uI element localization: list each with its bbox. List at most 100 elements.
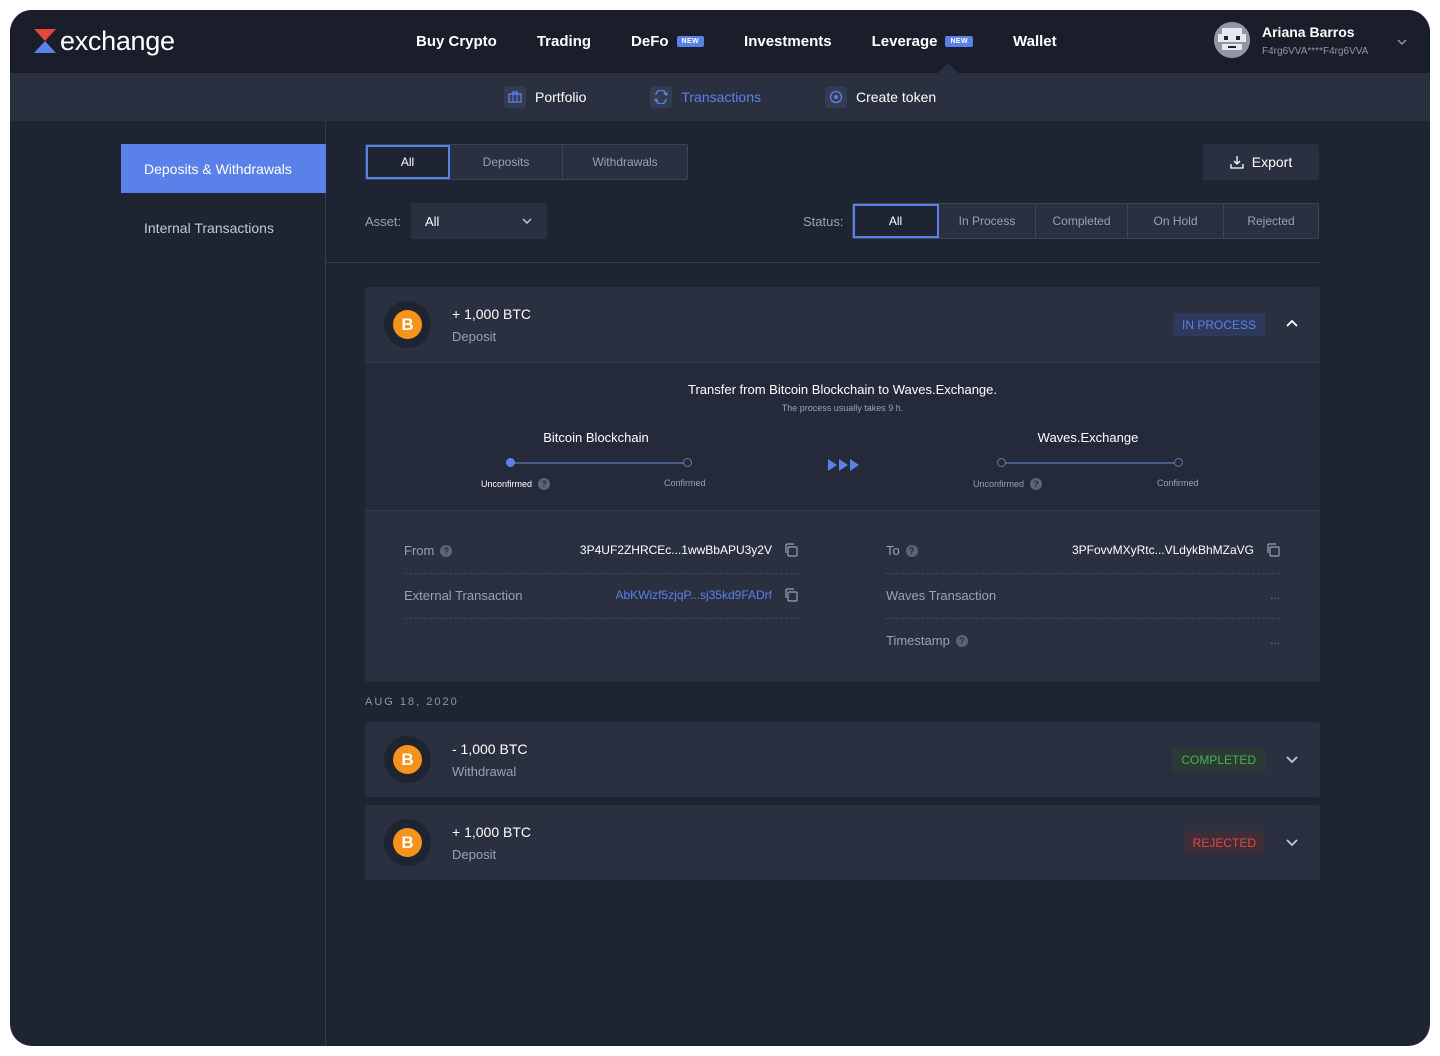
logo-icon — [34, 29, 56, 53]
avatar — [1214, 22, 1250, 58]
main-nav: Buy Crypto Trading DeFo NEW Investments L… — [416, 10, 1057, 73]
source-step-2-dot — [683, 458, 692, 467]
status-badge: REJECTED — [1183, 831, 1265, 854]
sidebar: Deposits & Withdrawals Internal Transact… — [10, 121, 326, 1046]
transaction-card: B + 1,000 BTC Deposit IN PROCESS Transfe… — [365, 287, 1320, 682]
external-transaction-link[interactable]: AbKWizf5zjqP...sj35kd9FADrf — [615, 588, 798, 602]
subnav-label: Portfolio — [535, 89, 587, 105]
detail-label: Waves Transaction — [886, 588, 997, 603]
divider — [326, 262, 1320, 263]
nav-label: Buy Crypto — [416, 33, 497, 50]
subnav-label: Transactions — [681, 89, 761, 105]
transaction-card[interactable]: B + 1,000 BTC Deposit REJECTED — [365, 805, 1320, 880]
sub-navbar: Portfolio Transactions Create token — [10, 73, 1430, 121]
asset-select[interactable]: All — [411, 203, 547, 239]
tab-all[interactable]: All — [366, 145, 450, 179]
chevron-up-icon[interactable] — [1284, 316, 1300, 332]
target-chain-name: Waves.Exchange — [1037, 430, 1139, 445]
help-icon[interactable]: ? — [440, 544, 453, 557]
transfer-progress: Transfer from Bitcoin Blockchain to Wave… — [365, 362, 1320, 511]
export-button[interactable]: Export — [1203, 144, 1319, 180]
top-navbar: exchange Buy Crypto Trading DeFo NEW Inve… — [10, 10, 1430, 73]
transaction-amount: + 1,000 BTC — [452, 306, 531, 322]
nav-label: Investments — [744, 33, 832, 50]
source-step-1-dot — [506, 458, 515, 467]
detail-row-external: External Transaction AbKWizf5zjqP...sj35… — [404, 574, 798, 619]
source-step-1-label: Unconfirmed? — [481, 478, 551, 490]
transfer-arrows-icon — [828, 458, 860, 472]
transfer-icon — [650, 86, 673, 108]
type-tabs: All Deposits Withdrawals — [365, 144, 688, 180]
tab-withdrawals[interactable]: Withdrawals — [563, 145, 687, 179]
tab-deposits[interactable]: Deposits — [450, 145, 563, 179]
asset-value: All — [425, 213, 440, 229]
chevron-down-icon[interactable] — [1284, 751, 1300, 767]
from-address-text: 3P4UF2ZHRCEc...1wwBbAPU3y2V — [579, 543, 772, 557]
copy-icon[interactable] — [784, 543, 798, 557]
nav-wallet[interactable]: Wallet — [1013, 10, 1057, 73]
subnav-create-token[interactable]: Create token — [824, 86, 936, 108]
step-label-text: Unconfirmed — [973, 479, 1025, 489]
transaction-amount: - 1,000 BTC — [452, 741, 528, 757]
status-on-hold[interactable]: On Hold — [1128, 204, 1224, 238]
user-menu[interactable]: Ariana Barros F4rg6VVA****F4rg6VVA — [1214, 22, 1368, 58]
logo[interactable]: exchange — [34, 24, 175, 58]
transaction-card[interactable]: B - 1,000 BTC Withdrawal COMPLETED — [365, 722, 1320, 797]
nav-label: DeFo — [631, 33, 669, 50]
briefcase-icon — [504, 86, 526, 108]
transaction-header[interactable]: B + 1,000 BTC Deposit REJECTED — [365, 805, 1320, 880]
bitcoin-icon: B — [393, 828, 422, 857]
step-label-text: Unconfirmed — [481, 479, 533, 489]
subnav-portfolio[interactable]: Portfolio — [504, 86, 586, 108]
copy-icon[interactable] — [1266, 543, 1280, 557]
avatar-pattern-icon — [1214, 22, 1250, 58]
chevron-down-icon[interactable] — [1394, 34, 1410, 50]
help-icon[interactable]: ? — [905, 544, 918, 557]
active-nav-pointer — [938, 63, 958, 73]
nav-defo[interactable]: DeFo NEW — [631, 10, 705, 73]
status-completed[interactable]: Completed — [1036, 204, 1128, 238]
subnav-transactions[interactable]: Transactions — [650, 86, 761, 108]
transaction-type: Withdrawal — [452, 764, 517, 779]
transaction-header[interactable]: B + 1,000 BTC Deposit IN PROCESS — [365, 287, 1320, 362]
user-address: F4rg6VVA****F4rg6VVA — [1262, 45, 1369, 57]
transaction-amount: + 1,000 BTC — [452, 824, 531, 840]
source-track — [510, 462, 687, 464]
copy-icon[interactable] — [784, 588, 798, 602]
sidebar-item-internal-transactions[interactable]: Internal Transactions — [121, 203, 326, 252]
target-step-2-label: Confirmed — [1157, 478, 1199, 488]
transaction-type: Deposit — [452, 847, 497, 862]
new-badge: NEW — [676, 36, 705, 47]
transaction-details: From? 3P4UF2ZHRCEc...1wwBbAPU3y2V Extern… — [365, 511, 1320, 680]
sidebar-item-deposits-withdrawals[interactable]: Deposits & Withdrawals — [121, 144, 326, 193]
chevron-down-icon[interactable] — [1284, 834, 1300, 850]
help-icon[interactable]: ? — [538, 478, 551, 490]
help-icon[interactable]: ? — [955, 634, 968, 647]
from-address: 3P4UF2ZHRCEc...1wwBbAPU3y2V — [580, 543, 798, 557]
status-all[interactable]: All — [853, 204, 939, 238]
progress-subtitle: The process usually takes 9 h. — [781, 403, 904, 413]
target-step-2-dot — [1174, 458, 1183, 467]
nav-investments[interactable]: Investments — [744, 10, 832, 73]
target-step-1-dot — [997, 458, 1006, 467]
nav-buy-crypto[interactable]: Buy Crypto — [416, 10, 497, 73]
user-name: Ariana Barros — [1262, 23, 1355, 40]
status-rejected[interactable]: Rejected — [1224, 204, 1318, 238]
help-icon[interactable]: ? — [1030, 478, 1043, 490]
export-label: Export — [1251, 154, 1293, 170]
detail-label-text: To — [886, 543, 900, 558]
detail-row-to: To? 3PFovvMXyRtc...VLdykBhMZaVG — [886, 529, 1280, 574]
source-step-2-label: Confirmed — [664, 478, 706, 488]
sidebar-item-label: Deposits & Withdrawals — [144, 160, 292, 177]
sidebar-item-label: Internal Transactions — [144, 219, 274, 236]
detail-label: From? — [404, 543, 453, 558]
nav-trading[interactable]: Trading — [537, 10, 591, 73]
target-track — [1002, 462, 1179, 464]
transaction-header[interactable]: B - 1,000 BTC Withdrawal COMPLETED — [365, 722, 1320, 797]
bitcoin-icon: B — [393, 310, 422, 339]
progress-title: Transfer from Bitcoin Blockchain to Wave… — [688, 382, 997, 397]
nav-label: Leverage — [871, 33, 938, 50]
app-window: exchange Buy Crypto Trading DeFo NEW Inve… — [10, 10, 1430, 1046]
status-in-process[interactable]: In Process — [939, 204, 1036, 238]
logo-text: exchange — [60, 25, 175, 56]
